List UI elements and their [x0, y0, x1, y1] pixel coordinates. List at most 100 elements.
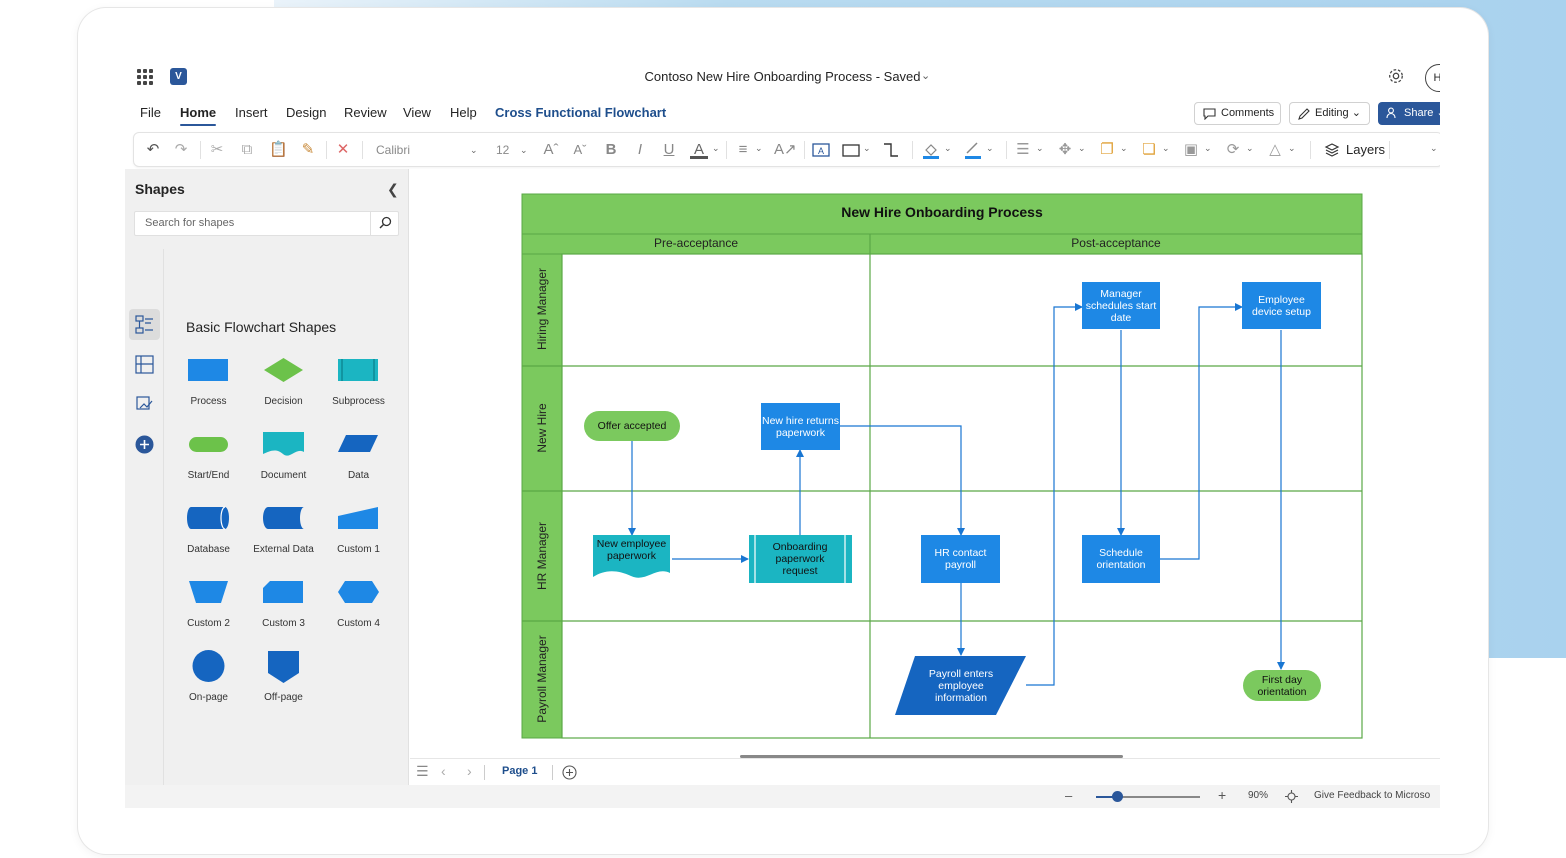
- bring-forward-icon[interactable]: ❐: [1098, 141, 1116, 159]
- tab-file[interactable]: File: [140, 105, 161, 120]
- shape-on-page[interactable]: On-page: [171, 645, 246, 715]
- chevron-down-icon[interactable]: ⌄: [1078, 143, 1086, 154]
- lane-payroll-manager[interactable]: Payroll Manager: [535, 619, 549, 739]
- chevron-down-icon[interactable]: ⌄: [1246, 143, 1254, 154]
- chevron-down-icon[interactable]: ⌄: [921, 69, 930, 82]
- rotate-icon[interactable]: ⟳: [1224, 141, 1242, 159]
- chevron-down-icon[interactable]: ⌄: [1120, 143, 1128, 154]
- zoom-level[interactable]: 90%: [1248, 790, 1268, 801]
- tab-home[interactable]: Home: [180, 105, 217, 126]
- diagram-title[interactable]: New Hire Onboarding Process: [522, 204, 1362, 220]
- copy-icon[interactable]: ⧉: [238, 141, 256, 159]
- line-color-icon[interactable]: [964, 141, 982, 159]
- position-icon[interactable]: ☰: [1014, 141, 1032, 159]
- shape-start-end[interactable]: Start/End: [171, 423, 246, 493]
- shape-custom-1[interactable]: Custom 1: [321, 497, 396, 567]
- chevron-down-icon[interactable]: ⌄: [712, 143, 720, 154]
- lane-new-hire[interactable]: New Hire: [535, 373, 549, 483]
- comments-button[interactable]: Comments: [1194, 102, 1281, 125]
- underline-icon[interactable]: U: [660, 141, 678, 159]
- format-painter-icon[interactable]: ✎: [299, 141, 317, 159]
- node-onboarding-paperwork-request[interactable]: Onboarding paperwork request: [757, 535, 843, 583]
- chevron-down-icon[interactable]: ⌄: [863, 143, 871, 154]
- flip-icon[interactable]: △: [1266, 141, 1284, 159]
- shape-off-page[interactable]: Off-page: [246, 645, 321, 715]
- chevron-down-icon[interactable]: ⌄: [1204, 143, 1212, 154]
- layers-button[interactable]: Layers: [1324, 141, 1385, 159]
- page-list-icon[interactable]: ☰: [416, 763, 429, 780]
- italic-icon[interactable]: I: [631, 141, 649, 159]
- page-tab-1[interactable]: Page 1: [502, 765, 537, 777]
- chevron-down-icon[interactable]: ⌄: [944, 143, 952, 154]
- node-payroll-enters-information[interactable]: Payroll enters employee information: [928, 656, 994, 715]
- align-icon[interactable]: ≡: [734, 141, 752, 159]
- fit-to-window-icon[interactable]: [1285, 790, 1298, 803]
- group-icon[interactable]: ▣: [1182, 141, 1200, 159]
- chevron-down-icon[interactable]: ⌄: [1036, 143, 1044, 154]
- zoom-in-icon[interactable]: +: [1218, 787, 1226, 803]
- shape-custom-3[interactable]: Custom 3: [246, 571, 321, 641]
- tab-design[interactable]: Design: [286, 105, 326, 120]
- chevron-left-icon[interactable]: ‹: [441, 763, 446, 779]
- search-button[interactable]: [370, 211, 399, 236]
- node-hr-contact-payroll[interactable]: HR contact payroll: [921, 535, 1000, 583]
- cross-functional-stencil-button[interactable]: [129, 349, 160, 380]
- chevron-left-icon[interactable]: ❮: [387, 181, 399, 198]
- add-page-icon[interactable]: [562, 765, 577, 780]
- lane-hr-manager[interactable]: HR Manager: [535, 501, 549, 611]
- chevron-down-icon[interactable]: ⌄: [986, 143, 994, 154]
- shape-decision[interactable]: Decision: [246, 349, 321, 419]
- increase-font-icon[interactable]: Aˆ: [542, 141, 560, 159]
- document-title[interactable]: Contoso New Hire Onboarding Process - Sa…: [125, 69, 1440, 84]
- feedback-link[interactable]: Give Feedback to Microso: [1314, 790, 1430, 801]
- chevron-down-icon[interactable]: ⌄: [1162, 143, 1170, 154]
- redo-icon[interactable]: ↷: [172, 141, 190, 159]
- phase-post-acceptance[interactable]: Post-acceptance: [870, 236, 1362, 250]
- decrease-font-icon[interactable]: Aˇ: [571, 141, 589, 159]
- node-schedule-orientation[interactable]: Schedule orientation: [1082, 535, 1160, 583]
- align-shapes-icon[interactable]: ✥: [1056, 141, 1074, 159]
- shape-external-data[interactable]: External Data: [246, 497, 321, 567]
- tab-insert[interactable]: Insert: [235, 105, 268, 120]
- chevron-down-icon[interactable]: ⌄: [1430, 143, 1438, 154]
- font-family-select[interactable]: Calibri ⌄: [370, 140, 484, 161]
- lane-hiring-manager[interactable]: Hiring Manager: [535, 254, 549, 364]
- bold-icon[interactable]: B: [602, 141, 620, 159]
- paste-icon[interactable]: 📋: [269, 141, 288, 159]
- fill-icon[interactable]: [922, 141, 940, 159]
- search-input[interactable]: Search for shapes: [134, 211, 399, 236]
- node-employee-device-setup[interactable]: Employee device setup: [1242, 282, 1321, 329]
- tab-help[interactable]: Help: [450, 105, 477, 120]
- delete-icon[interactable]: ✕: [334, 141, 352, 159]
- tab-view[interactable]: View: [403, 105, 431, 120]
- shape-custom-2[interactable]: Custom 2: [171, 571, 246, 641]
- zoom-out-icon[interactable]: –: [1065, 788, 1072, 803]
- more-stencil-button[interactable]: [129, 389, 160, 420]
- flowchart-stencil-button[interactable]: [129, 309, 160, 340]
- drawing-canvas[interactable]: New Hire Onboarding Process Pre-acceptan…: [410, 169, 1440, 758]
- shape-custom-4[interactable]: Custom 4: [321, 571, 396, 641]
- node-new-hire-returns-paperwork[interactable]: New hire returns paperwork: [761, 403, 840, 450]
- send-backward-icon[interactable]: ❏: [1140, 141, 1158, 159]
- rectangle-icon[interactable]: [842, 141, 860, 159]
- share-button[interactable]: Share ⌄: [1378, 102, 1440, 125]
- tab-cross-functional-flowchart[interactable]: Cross Functional Flowchart: [495, 105, 666, 120]
- chevron-down-icon[interactable]: ⌄: [755, 143, 763, 154]
- node-offer-accepted[interactable]: Offer accepted: [584, 411, 680, 441]
- chevron-down-icon[interactable]: ⌄: [1288, 143, 1296, 154]
- gear-icon[interactable]: [1387, 67, 1405, 85]
- undo-icon[interactable]: ↶: [144, 141, 162, 159]
- shape-process[interactable]: Process: [171, 349, 246, 419]
- avatar[interactable]: HI: [1425, 64, 1440, 92]
- text-direction-icon[interactable]: A↗: [774, 141, 797, 159]
- chevron-right-icon[interactable]: ›: [467, 763, 472, 779]
- node-manager-schedules-start-date[interactable]: Manager schedules start date: [1082, 282, 1160, 329]
- shape-subprocess[interactable]: Subprocess: [321, 349, 396, 419]
- shape-data[interactable]: Data: [321, 423, 396, 493]
- font-color-icon[interactable]: A: [690, 141, 708, 159]
- phase-pre-acceptance[interactable]: Pre-acceptance: [522, 236, 870, 250]
- zoom-slider-thumb[interactable]: [1112, 791, 1123, 802]
- text-box-icon[interactable]: A: [812, 141, 830, 159]
- connector-icon[interactable]: [882, 141, 900, 159]
- tab-review[interactable]: Review: [344, 105, 387, 120]
